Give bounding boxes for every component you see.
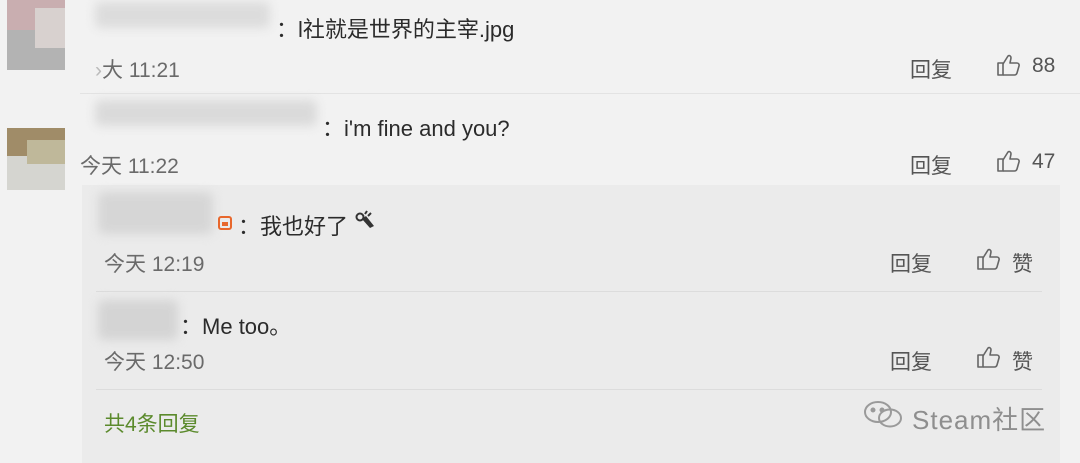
reply-button[interactable]: 回复 xyxy=(890,248,932,278)
reply-time: 今天 12:50 xyxy=(104,351,205,374)
reply-time: 今天 12:19 xyxy=(104,253,205,276)
reply-divider xyxy=(96,291,1042,292)
thumbs-up-icon[interactable] xyxy=(975,344,1001,370)
reply-divider xyxy=(96,389,1042,390)
reply-button[interactable]: 回复 xyxy=(890,346,932,376)
username-redacted[interactable] xyxy=(98,300,178,340)
comment-divider xyxy=(80,93,1080,94)
reply-button[interactable]: 回复 xyxy=(910,150,952,180)
reply-button[interactable]: 回复 xyxy=(910,54,952,84)
thumbs-up-icon[interactable] xyxy=(995,148,1021,174)
comment-time: 今天 11:22 xyxy=(80,155,179,178)
like-button-label[interactable]: 赞 xyxy=(1012,346,1033,376)
like-count: 88 xyxy=(1032,54,1056,77)
username-redacted[interactable] xyxy=(98,192,213,234)
like-button-label[interactable]: 赞 xyxy=(1012,248,1033,278)
reply-text: ：Me too。 xyxy=(180,314,292,339)
avatar[interactable] xyxy=(7,128,65,190)
like-count: 47 xyxy=(1032,150,1056,173)
watermark-text: Steam社区 xyxy=(912,405,1047,435)
comment-text: ：i'm fine and you? xyxy=(322,116,510,141)
username-redacted[interactable] xyxy=(95,2,270,28)
ok-hand-emoji xyxy=(354,210,376,232)
reply-text: ：我也好了 xyxy=(238,214,349,239)
comment-text: ：l社就是世界的主宰.jpg xyxy=(276,17,515,42)
wechat-logo-icon xyxy=(862,398,906,432)
username-redacted[interactable] xyxy=(95,100,317,126)
avatar[interactable] xyxy=(7,0,65,70)
thumbs-up-icon[interactable] xyxy=(995,52,1021,78)
user-badge-icon xyxy=(218,216,232,230)
thumbs-up-icon[interactable] xyxy=(975,246,1001,272)
comment-time: ›大 11:21 xyxy=(95,59,180,82)
more-replies-link[interactable]: 共4条回复 xyxy=(104,408,200,438)
